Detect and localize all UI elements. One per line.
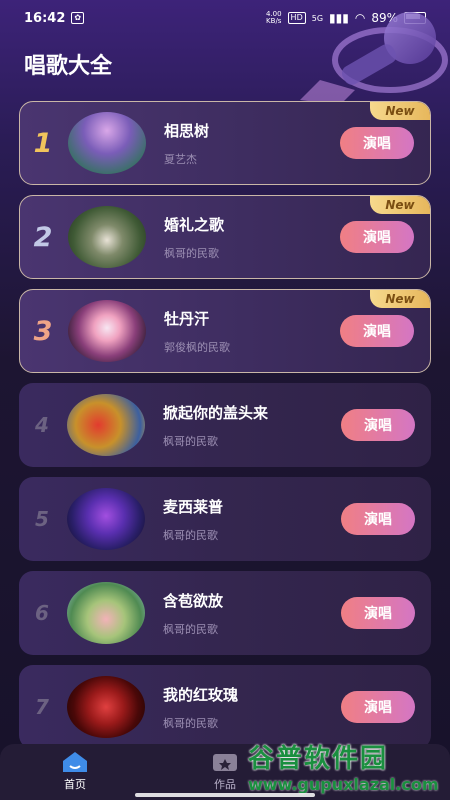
song-title: 婚礼之歌 (164, 215, 225, 234)
song-artist: 夏艺杰 (164, 152, 197, 166)
song-cover-image (67, 676, 145, 738)
status-time: 16:42 (24, 10, 66, 26)
song-artist: 枫哥的民歌 (163, 434, 218, 448)
microphone-decoration-icon (300, 12, 448, 105)
song-title: 相思树 (164, 121, 210, 140)
sing-button[interactable]: 演唱 (341, 691, 415, 723)
works-icon (195, 750, 255, 774)
song-info: 牡丹汗 郭俊枫的民歌 (164, 308, 340, 355)
home-indicator (135, 793, 315, 797)
song-title: 牡丹汗 (164, 309, 210, 328)
song-title: 我的红玫瑰 (163, 685, 239, 704)
song-info: 我的红玫瑰 枫哥的民歌 (163, 684, 341, 731)
new-tag: New (370, 196, 430, 214)
song-card[interactable]: 5 麦西莱普 枫哥的民歌 演唱 (19, 477, 431, 561)
song-artist: 枫哥的民歌 (163, 528, 218, 542)
rank-number: 7 (35, 695, 49, 719)
rank-number: 4 (35, 413, 49, 437)
song-cover-image (67, 488, 145, 550)
song-cover-image (68, 206, 146, 268)
sing-button[interactable]: 演唱 (341, 409, 415, 441)
notification-icon: ✿ (71, 12, 85, 24)
sing-button[interactable]: 演唱 (341, 503, 415, 535)
new-tag: New (370, 290, 430, 308)
status-left: 16:42 ✿ (24, 10, 85, 26)
song-card[interactable]: New 3 牡丹汗 郭俊枫的民歌 演唱 (19, 289, 431, 373)
song-cover-image (68, 112, 146, 174)
rank-number: 5 (35, 507, 49, 531)
nav-home-label: 首页 (64, 778, 86, 791)
watermark-title: 谷普软件园 (248, 744, 389, 774)
song-info: 掀起你的盖头来 枫哥的民歌 (163, 402, 341, 449)
song-card[interactable]: 6 含苞欲放 枫哥的民歌 演唱 (19, 571, 431, 655)
song-card[interactable]: 7 我的红玫瑰 枫哥的民歌 演唱 (19, 665, 431, 749)
sing-button[interactable]: 演唱 (340, 221, 414, 253)
song-cover-image (68, 300, 146, 362)
page-title: 唱歌大全 (24, 54, 113, 79)
song-artist: 郭俊枫的民歌 (164, 340, 230, 354)
song-cover-image (67, 582, 145, 644)
song-info: 相思树 夏艺杰 (164, 120, 340, 167)
sing-button[interactable]: 演唱 (340, 127, 414, 159)
song-card[interactable]: 4 掀起你的盖头来 枫哥的民歌 演唱 (19, 383, 431, 467)
rank-number: 6 (35, 601, 49, 625)
song-title: 麦西莱普 (163, 497, 224, 516)
song-title: 含苞欲放 (163, 591, 224, 610)
song-card[interactable]: New 1 相思树 夏艺杰 演唱 (19, 101, 431, 185)
song-info: 婚礼之歌 枫哥的民歌 (164, 214, 340, 261)
watermark-url: www.gupuxlazal.com (248, 775, 439, 794)
song-card[interactable]: New 2 婚礼之歌 枫哥的民歌 演唱 (19, 195, 431, 279)
nav-works-label: 作品 (214, 778, 236, 791)
song-artist: 枫哥的民歌 (164, 246, 219, 260)
nav-home[interactable]: 首页 (45, 750, 105, 792)
new-tag: New (370, 102, 430, 120)
rank-number: 2 (33, 221, 53, 253)
song-artist: 枫哥的民歌 (163, 716, 218, 730)
watermark: 谷普软件园 www.gupuxlazal.com (248, 738, 450, 800)
rank-number: 3 (33, 315, 53, 347)
rank-number: 1 (33, 127, 53, 159)
home-icon (45, 750, 105, 774)
song-artist: 枫哥的民歌 (163, 622, 218, 636)
sing-button[interactable]: 演唱 (341, 597, 415, 629)
song-info: 含苞欲放 枫哥的民歌 (163, 590, 341, 637)
nav-works[interactable]: 作品 (195, 750, 255, 792)
song-info: 麦西莱普 枫哥的民歌 (163, 496, 341, 543)
sing-button[interactable]: 演唱 (340, 315, 414, 347)
song-cover-image (67, 394, 145, 456)
song-title: 掀起你的盖头来 (163, 403, 269, 422)
